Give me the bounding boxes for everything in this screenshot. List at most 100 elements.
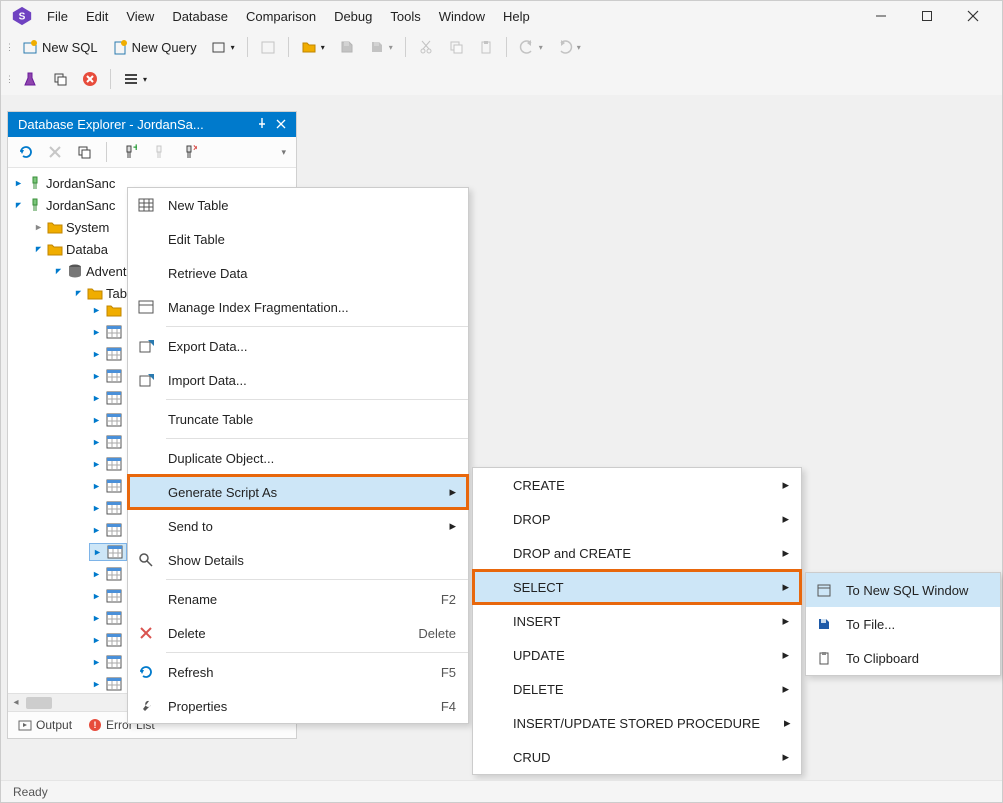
- undo-button[interactable]: ▾: [513, 35, 549, 59]
- output-tab[interactable]: Output: [18, 718, 72, 732]
- tree-subfolder[interactable]: [90, 302, 126, 318]
- menu-debug[interactable]: Debug: [326, 5, 380, 28]
- table-icon-stack: [90, 302, 126, 692]
- submenu-arrow-icon: ▸: [770, 613, 789, 629]
- tree-table-item[interactable]: [90, 456, 126, 472]
- ctx-label: Generate Script As: [168, 485, 425, 500]
- tree-table-item[interactable]: [90, 434, 126, 450]
- explorer-dropdown[interactable]: ▾: [277, 144, 290, 161]
- menu-view[interactable]: View: [118, 5, 162, 28]
- ctx-generate-script[interactable]: Generate Script As ▸: [128, 475, 468, 509]
- tree-table-item[interactable]: [90, 566, 126, 582]
- ctx-new-table[interactable]: New Table: [128, 188, 468, 222]
- ctx-label: CREATE: [513, 478, 758, 493]
- ctx-create[interactable]: CREATE▸: [473, 468, 801, 502]
- close-panel-icon[interactable]: [276, 117, 286, 132]
- tree-table-item[interactable]: [90, 412, 126, 428]
- ctx-drop-create[interactable]: DROP and CREATE▸: [473, 536, 801, 570]
- tb-btn-3[interactable]: ▾: [363, 35, 399, 59]
- ctx-retrieve-data[interactable]: Retrieve Data: [128, 256, 468, 290]
- flask-button[interactable]: [16, 67, 44, 91]
- open-dropdown-button[interactable]: ▾: [205, 35, 241, 59]
- submenu-arrow-icon: ▸: [772, 715, 791, 731]
- list-button[interactable]: ▾: [117, 67, 153, 91]
- tree-table-item[interactable]: [90, 478, 126, 494]
- paste-button[interactable]: [472, 35, 500, 59]
- ctx-crud[interactable]: CRUD▸: [473, 740, 801, 774]
- ctx-update[interactable]: UPDATE▸: [473, 638, 801, 672]
- tree-table-item[interactable]: [90, 544, 126, 560]
- ctx-insert[interactable]: INSERT▸: [473, 604, 801, 638]
- scrollbar-thumb[interactable]: [26, 697, 52, 709]
- table-icon: [106, 325, 122, 339]
- ctx-stored-proc[interactable]: INSERT/UPDATE STORED PROCEDURE▸: [473, 706, 801, 740]
- table-icon: [136, 195, 156, 215]
- tree-table-item[interactable]: [90, 676, 126, 692]
- pin-icon[interactable]: [256, 117, 268, 132]
- tree-table-item[interactable]: [90, 500, 126, 516]
- copy-db-button[interactable]: [46, 67, 74, 91]
- delete-explorer-button[interactable]: [44, 142, 66, 162]
- tree-table-item[interactable]: [90, 522, 126, 538]
- status-text: Ready: [13, 785, 48, 799]
- menu-window[interactable]: Window: [431, 5, 493, 28]
- ctx-label: Duplicate Object...: [168, 451, 456, 466]
- menu-database[interactable]: Database: [164, 5, 236, 28]
- tb-btn-1[interactable]: [254, 35, 282, 59]
- ctx-to-clipboard[interactable]: To Clipboard: [806, 641, 1000, 675]
- tree-table-item[interactable]: [90, 654, 126, 670]
- ctx-label: To New SQL Window: [846, 583, 988, 598]
- maximize-button[interactable]: [904, 1, 950, 31]
- menu-file[interactable]: File: [39, 5, 76, 28]
- redo-button[interactable]: ▾: [551, 35, 587, 59]
- ctx-properties[interactable]: Properties F4: [128, 689, 468, 723]
- ctx-label: SELECT: [513, 580, 758, 595]
- ctx-show-details[interactable]: Show Details: [128, 543, 468, 577]
- submenu-arrow-icon: ▸: [770, 749, 789, 765]
- explorer-titlebar[interactable]: Database Explorer - JordanSa...: [8, 112, 296, 137]
- ctx-import-data[interactable]: Import Data...: [128, 363, 468, 397]
- explorer-toolbar: + × ▾: [8, 137, 296, 168]
- tree-table-item[interactable]: [90, 632, 126, 648]
- menu-comparison[interactable]: Comparison: [238, 5, 324, 28]
- stop-button[interactable]: [76, 67, 104, 91]
- menu-tools[interactable]: Tools: [382, 5, 428, 28]
- close-window-button[interactable]: [950, 1, 996, 31]
- open-folder-button[interactable]: ▾: [295, 35, 331, 59]
- minimize-button[interactable]: [858, 1, 904, 31]
- tree-table-item[interactable]: [90, 324, 126, 340]
- ctx-edit-table[interactable]: Edit Table: [128, 222, 468, 256]
- plug-icon: [27, 175, 43, 191]
- ctx-refresh[interactable]: Refresh F5: [128, 655, 468, 689]
- ctx-to-file[interactable]: To File...: [806, 607, 1000, 641]
- ctx-duplicate[interactable]: Duplicate Object...: [128, 441, 468, 475]
- ctx-manage-index[interactable]: Manage Index Fragmentation...: [128, 290, 468, 324]
- remove-connection-button[interactable]: ×: [177, 141, 201, 163]
- new-query-button[interactable]: New Query: [106, 35, 203, 59]
- tree-table-item[interactable]: [90, 368, 126, 384]
- ctx-select[interactable]: SELECT▸: [473, 570, 801, 604]
- ctx-send-to[interactable]: Send to ▸: [128, 509, 468, 543]
- tree-table-item[interactable]: [90, 588, 126, 604]
- tree-table-item[interactable]: [90, 346, 126, 362]
- ctx-to-new-sql[interactable]: To New SQL Window: [806, 573, 1000, 607]
- copy-button[interactable]: [442, 35, 470, 59]
- tree-table-item[interactable]: [90, 610, 126, 626]
- refresh-explorer-button[interactable]: [14, 141, 38, 163]
- ctx-delete[interactable]: Delete Delete: [128, 616, 468, 650]
- menu-edit[interactable]: Edit: [78, 5, 116, 28]
- scroll-left-icon[interactable]: ◂: [8, 697, 24, 708]
- tb-btn-2[interactable]: [333, 35, 361, 59]
- cut-button[interactable]: [412, 35, 440, 59]
- ctx-export-data[interactable]: Export Data...: [128, 329, 468, 363]
- new-sql-button[interactable]: New SQL: [16, 35, 104, 59]
- ctx-rename[interactable]: Rename F2: [128, 582, 468, 616]
- edit-connection-button[interactable]: [147, 141, 171, 163]
- ctx-truncate[interactable]: Truncate Table: [128, 402, 468, 436]
- tree-table-item[interactable]: [90, 390, 126, 406]
- menu-help[interactable]: Help: [495, 5, 538, 28]
- ctx-drop[interactable]: DROP▸: [473, 502, 801, 536]
- ctx-delete2[interactable]: DELETE▸: [473, 672, 801, 706]
- new-connection-button[interactable]: +: [117, 141, 141, 163]
- copy-explorer-button[interactable]: [72, 141, 96, 163]
